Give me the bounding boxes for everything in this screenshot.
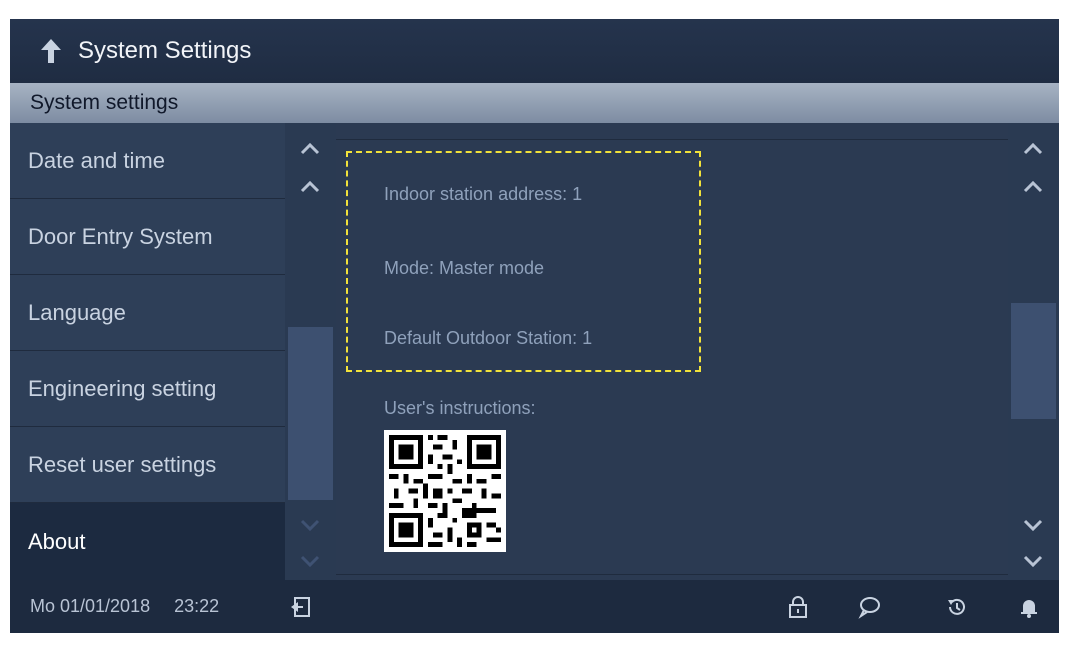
settings-menu: Date and time Door Entry System Language… <box>10 123 285 580</box>
exit-icon[interactable] <box>288 594 314 620</box>
chevron-up-icon[interactable] <box>299 141 321 155</box>
menu-scrollbar[interactable] <box>285 123 336 580</box>
scrollbar-thumb[interactable] <box>1011 303 1056 419</box>
section-title: System settings <box>30 91 179 114</box>
status-date: Mo 01/01/2018 <box>30 596 151 616</box>
default-outdoor-station: Default Outdoor Station: 1 <box>384 328 593 348</box>
menu-item-label: Language <box>28 299 126 325</box>
menu-item-label: Door Entry System <box>28 223 213 249</box>
menu-item-language[interactable]: Language <box>10 275 285 351</box>
chevron-up-icon[interactable] <box>1022 141 1044 155</box>
menu-item-reset-user-settings[interactable]: Reset user settings <box>10 427 285 503</box>
back-arrow-icon[interactable] <box>40 38 62 64</box>
chevron-up-icon[interactable] <box>1022 179 1044 193</box>
divider <box>336 139 1008 140</box>
lock-icon[interactable] <box>785 594 811 620</box>
menu-item-date-and-time[interactable]: Date and time <box>10 123 285 199</box>
about-panel: Indoor station address: 1 Mode: Master m… <box>336 123 1008 580</box>
content-scrollbar[interactable] <box>1008 123 1059 580</box>
status-time: 23:22 <box>174 596 220 616</box>
page-title: System Settings <box>78 37 252 64</box>
chevron-down-icon[interactable] <box>299 519 321 533</box>
app-window: System Settings System settings Date and… <box>10 19 1059 633</box>
history-icon[interactable] <box>944 594 970 620</box>
title-bar: System Settings <box>10 19 1059 83</box>
message-icon[interactable] <box>856 594 882 620</box>
mode-info: Mode: Master mode <box>384 258 545 278</box>
chevron-down-icon[interactable] <box>1022 555 1044 569</box>
bell-icon[interactable] <box>1016 594 1042 620</box>
scrollbar-thumb[interactable] <box>288 327 333 500</box>
chevron-down-icon[interactable] <box>1022 519 1044 533</box>
menu-item-label: About <box>28 528 86 554</box>
status-bar: Mo 01/01/2018 23:22 <box>10 580 1059 633</box>
menu-item-engineering-setting[interactable]: Engineering setting <box>10 351 285 427</box>
chevron-down-icon[interactable] <box>299 555 321 569</box>
station-address: Indoor station address: 1 <box>384 184 583 204</box>
menu-item-label: Engineering setting <box>28 375 217 401</box>
qr-code <box>384 430 506 552</box>
user-instructions-label: User's instructions: <box>384 398 536 418</box>
menu-item-label: Date and time <box>28 147 165 173</box>
menu-item-door-entry-system[interactable]: Door Entry System <box>10 199 285 275</box>
chevron-up-icon[interactable] <box>299 179 321 193</box>
divider <box>336 574 1008 575</box>
menu-item-about[interactable]: About <box>10 503 285 580</box>
menu-item-label: Reset user settings <box>28 451 217 477</box>
section-header: System settings <box>10 83 1059 123</box>
